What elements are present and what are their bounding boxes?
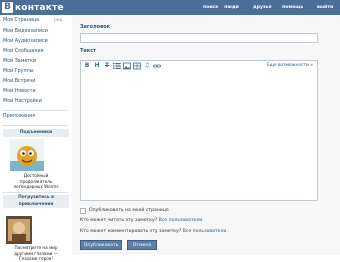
- note-body-textarea[interactable]: [80, 70, 318, 201]
- sidebar-divider: [2, 125, 68, 126]
- heading-icon[interactable]: H: [93, 62, 101, 70]
- sidebar-item-events[interactable]: Мои Встречи: [3, 79, 35, 84]
- image-icon[interactable]: [123, 62, 131, 70]
- title-label: Заголовок: [80, 24, 111, 30]
- publish-button[interactable]: Опубликовать: [80, 240, 122, 250]
- sidebar-item-messages[interactable]: Мои Сообщения: [3, 49, 44, 54]
- nav-search[interactable]: поиск: [203, 0, 218, 15]
- logo-text: контакте: [15, 2, 64, 13]
- top-bar: B контакте поиск люди друзья помощь выйт…: [0, 0, 340, 15]
- cancel-button[interactable]: Отмена: [127, 240, 157, 250]
- sidebar-divider: [2, 110, 68, 111]
- nav-people[interactable]: люди: [224, 0, 239, 15]
- comment-permission-label: Кто может комментировать эту заметку?: [80, 229, 182, 234]
- promo-title[interactable]: Погрузитесь в приключения: [3, 195, 69, 208]
- nav-friends[interactable]: друзья: [253, 0, 272, 15]
- bold-icon[interactable]: B: [83, 62, 91, 70]
- strike-icon[interactable]: T: [103, 62, 111, 70]
- title-input[interactable]: [80, 33, 318, 43]
- comment-permission: Кто может комментировать эту заметку? Вс…: [80, 229, 228, 234]
- read-permission: Кто может читать эту заметку? Все пользо…: [80, 218, 204, 223]
- link-icon[interactable]: [153, 62, 161, 70]
- read-permission-label: Кто может читать эту заметку?: [80, 218, 158, 223]
- publish-checkbox-label[interactable]: Опубликовать на моей странице: [89, 208, 169, 213]
- logo-letter: B: [2, 2, 13, 13]
- list-icon[interactable]: [113, 62, 121, 70]
- table-icon[interactable]: [133, 62, 141, 70]
- promo-caption[interactable]: Достойный продолжатель легендарных Worms: [3, 173, 69, 190]
- site-logo[interactable]: B контакте: [2, 2, 64, 13]
- sidebar-item-audio[interactable]: Мои Аудиозаписи: [3, 39, 48, 44]
- promo-image[interactable]: [10, 139, 44, 171]
- sidebar-item-my-page[interactable]: Моя Страница: [3, 18, 39, 23]
- publish-checkbox[interactable]: [80, 208, 86, 214]
- nav-help[interactable]: помощь: [282, 0, 303, 15]
- sidebar-item-groups[interactable]: Мои Группы: [3, 69, 34, 74]
- sidebar-edit-link[interactable]: ред.: [54, 18, 64, 23]
- sidebar: Моя Страница ред. Мои Видеозаписи Мои Ау…: [0, 15, 71, 261]
- sidebar-item-apps[interactable]: Приложения: [3, 114, 35, 119]
- text-label: Текст: [80, 48, 97, 54]
- promo-caption[interactable]: Посмотрите на мир другими глазами — Глаз…: [3, 245, 69, 262]
- promo-title[interactable]: Подъемники: [3, 129, 69, 137]
- read-permission-link[interactable]: Все пользователи.: [159, 218, 204, 223]
- promo-image[interactable]: [6, 216, 32, 244]
- sidebar-item-videos[interactable]: Мои Видеозаписи: [3, 29, 48, 34]
- comment-permission-link[interactable]: Все пользователи.: [183, 229, 228, 234]
- sidebar-item-notes[interactable]: Мои Заметки: [3, 59, 36, 64]
- sidebar-item-news[interactable]: Мои Новости: [3, 89, 36, 94]
- sidebar-item-settings[interactable]: Мои Настройки: [3, 99, 42, 104]
- audio-icon[interactable]: ♫: [143, 62, 151, 70]
- sidebar-divider: [2, 192, 68, 193]
- nav-logout[interactable]: выйти: [317, 0, 333, 15]
